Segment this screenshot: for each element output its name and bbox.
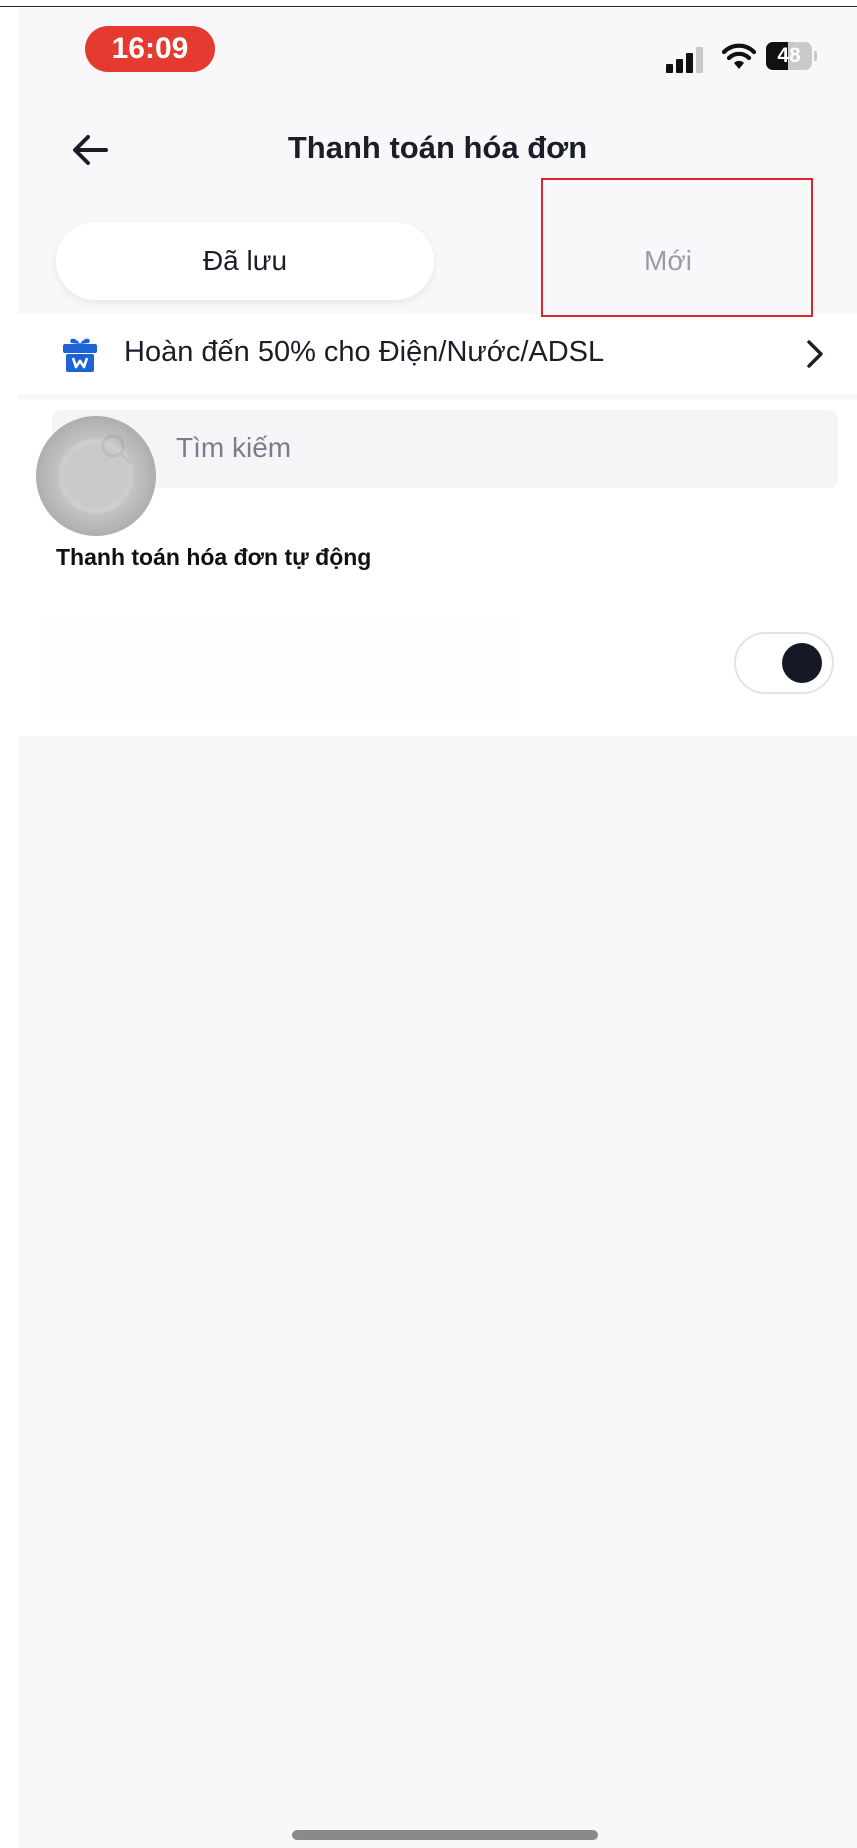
main-content: Tìm kiếm Thanh toán hóa đơn tự động (18, 400, 857, 736)
cellular-signal-icon (666, 45, 708, 73)
highlight-box (541, 178, 813, 317)
touch-indicator (36, 416, 156, 536)
search-placeholder: Tìm kiếm (176, 432, 292, 463)
battery-level: 48 (777, 44, 801, 67)
toggle-knob (782, 643, 822, 683)
home-indicator[interactable] (292, 1830, 598, 1840)
chevron-right-icon (807, 340, 823, 368)
tab-saved[interactable]: Đã lưu (56, 222, 434, 300)
battery-icon: 48 (766, 42, 818, 70)
top-divider (0, 6, 857, 7)
promo-text: Hoàn đến 50% cho Điện/Nước/ADSL (124, 336, 605, 368)
status-time: 16:09 (85, 26, 215, 72)
page-title: Thanh toán hóa đơn (287, 130, 588, 165)
promo-banner[interactable]: Hoàn đến 50% cho Điện/Nước/ADSL (18, 314, 857, 394)
gift-icon (63, 338, 97, 372)
auto-payment-title: Thanh toán hóa đơn tự động (56, 544, 372, 570)
auto-payment-card (46, 616, 516, 716)
app-header: Thanh toán hóa đơn (18, 108, 857, 188)
search-input[interactable]: Tìm kiếm (52, 410, 838, 488)
auto-payment-toggle[interactable] (734, 632, 834, 694)
status-bar: 16:09 48 (18, 8, 857, 98)
wifi-icon (721, 43, 757, 69)
